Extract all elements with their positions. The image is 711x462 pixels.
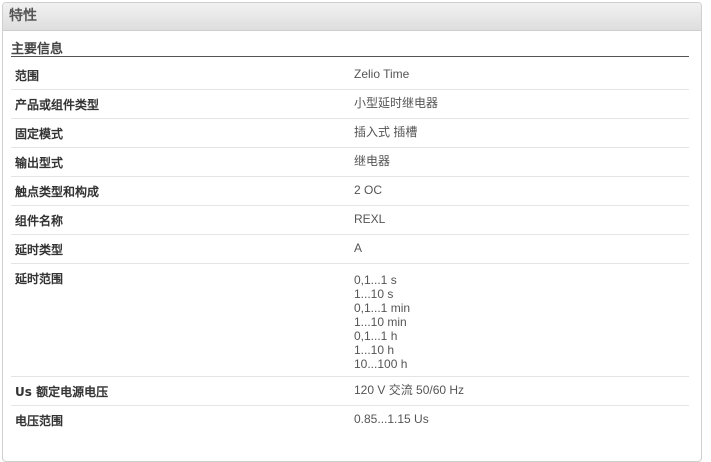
property-value: 0.85...1.15 Us [354,412,429,426]
property-name: 产品或组件类型 [15,98,100,112]
property-name: 组件名称 [15,214,64,228]
property-value: REXL [354,212,386,226]
section-title: 主要信息 [11,38,689,57]
property-name: 范围 [15,69,40,83]
property-value: 0,1...1 s 1...10 s 0,1...1 min 1...10 mi… [354,273,411,371]
property-name: 电压范围 [15,414,64,428]
property-name: 固定模式 [15,127,64,141]
table-row: 延时类型 A [11,235,689,264]
property-value: A [354,241,363,255]
table-row: Us 额定电源电压 120 V 交流 50/60 Hz [11,377,689,406]
property-value: 小型延时继电器 [354,96,439,110]
property-name: 触点类型和构成 [15,185,100,199]
table-row: 固定模式 插入式 插槽 [11,119,689,148]
table-row: 范围 Zelio Time [11,61,689,90]
property-name: Us 额定电源电压 [15,385,109,399]
property-value: 插入式 插槽 [354,125,418,139]
table-row: 产品或组件类型 小型延时继电器 [11,90,689,119]
property-name: 延时类型 [15,243,64,257]
table-row: 延时范围 0,1...1 s 1...10 s 0,1...1 min 1...… [11,264,689,377]
table-row: 触点类型和构成 2 OC [11,177,689,206]
property-value: 120 V 交流 50/60 Hz [354,383,465,397]
property-name: 延时范围 [15,272,64,286]
property-value: Zelio Time [354,67,410,81]
table-row: 输出型式 继电器 [11,148,689,177]
property-value: 2 OC [354,183,383,197]
panel-title: 特性 [3,3,701,31]
properties-table: 范围 Zelio Time 产品或组件类型 小型延时继电器 固定模式 插入式 插… [11,61,689,435]
table-row: 电压范围 0.85...1.15 Us [11,406,689,435]
property-value: 继电器 [354,154,391,168]
property-name: 输出型式 [15,156,64,170]
table-row: 组件名称 REXL [11,206,689,235]
